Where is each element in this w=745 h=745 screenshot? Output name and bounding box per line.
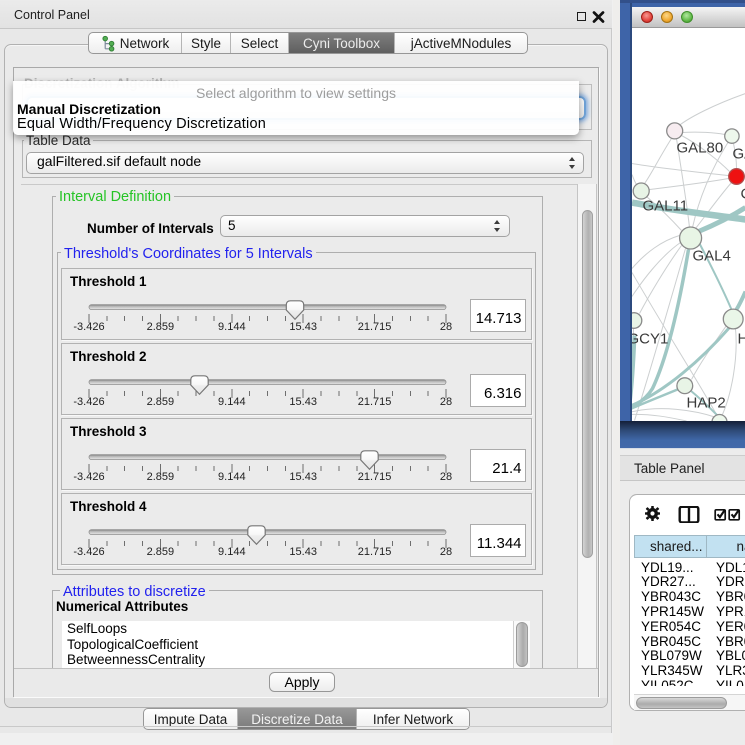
svg-text:28: 28 (440, 471, 452, 483)
svg-text:9.144: 9.144 (218, 471, 246, 483)
svg-text:GCY1: GCY1 (632, 330, 668, 347)
svg-text:28: 28 (440, 321, 452, 333)
svg-text:21.715: 21.715 (358, 546, 392, 558)
svg-text:15.43: 15.43 (289, 546, 317, 558)
svg-text:9.144: 9.144 (218, 396, 246, 408)
svg-text:C: C (740, 185, 745, 202)
svg-text:9.144: 9.144 (218, 546, 246, 558)
svg-text:GAL11: GAL11 (642, 197, 688, 214)
svg-text:15.43: 15.43 (289, 321, 317, 333)
svg-text:15.43: 15.43 (289, 396, 317, 408)
svg-text:-3.426: -3.426 (73, 396, 104, 408)
svg-text:28: 28 (440, 396, 452, 408)
svg-text:-3.426: -3.426 (73, 321, 104, 333)
svg-text:9.144: 9.144 (218, 321, 246, 333)
svg-text:HAP2: HAP2 (686, 394, 725, 411)
svg-text:2.859: 2.859 (147, 546, 175, 558)
svg-text:15.43: 15.43 (289, 471, 317, 483)
svg-text:28: 28 (440, 546, 452, 558)
svg-text:GAL80: GAL80 (676, 139, 723, 156)
svg-text:GAL4: GAL4 (692, 247, 730, 264)
svg-text:HA: HA (737, 330, 745, 347)
svg-text:2.859: 2.859 (147, 471, 175, 483)
svg-text:-3.426: -3.426 (73, 546, 104, 558)
svg-text:21.715: 21.715 (358, 321, 392, 333)
svg-text:2.859: 2.859 (147, 396, 175, 408)
svg-text:-3.426: -3.426 (73, 471, 104, 483)
svg-text:2.859: 2.859 (147, 321, 175, 333)
svg-text:21.715: 21.715 (358, 396, 392, 408)
svg-text:21.715: 21.715 (358, 471, 392, 483)
svg-text:GA: GA (732, 145, 745, 162)
